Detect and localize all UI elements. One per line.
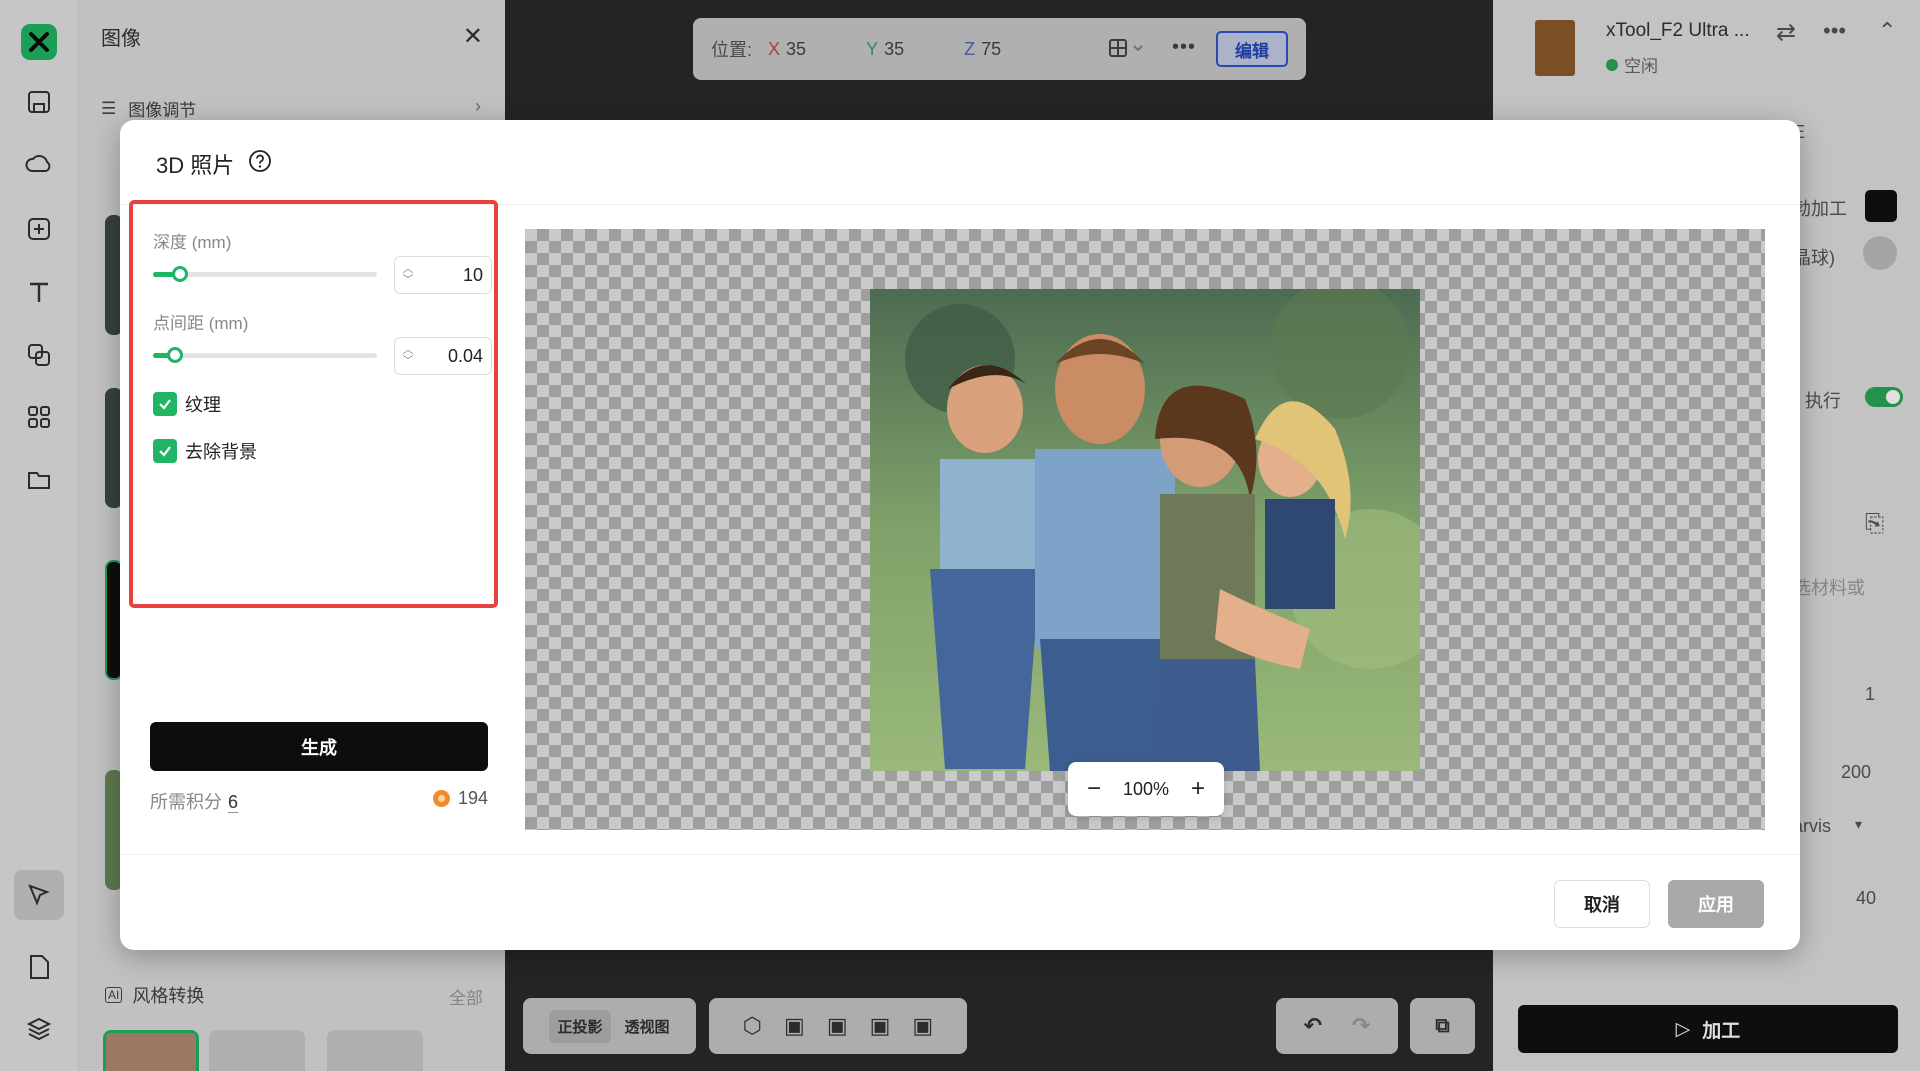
depth-label: 深度 (mm) bbox=[153, 233, 232, 252]
texture-checkbox[interactable] bbox=[153, 392, 177, 416]
zoom-in-icon[interactable]: + bbox=[1186, 775, 1210, 803]
texture-label: 纹理 bbox=[185, 395, 221, 415]
settings-panel-highlight: 深度 (mm) ︿ ﹀ 10 点间距 (mm) ︿ ﹀ 0.04 纹理 去除背景 bbox=[129, 200, 498, 608]
points-cost[interactable]: 6 bbox=[228, 792, 239, 813]
texture-checkbox-row[interactable]: 纹理 bbox=[153, 391, 221, 417]
coin-icon bbox=[432, 790, 450, 807]
dialog-header: 3D 照片 bbox=[156, 148, 272, 180]
check-icon bbox=[159, 446, 171, 457]
zoom-value: 100% bbox=[1122, 778, 1170, 799]
check-icon bbox=[159, 399, 171, 410]
points-label: 所需积分 bbox=[150, 792, 222, 812]
spacing-slider[interactable] bbox=[153, 347, 377, 363]
required-points: 所需积分 6 bbox=[150, 788, 239, 814]
remove-bg-label: 去除背景 bbox=[185, 442, 257, 462]
depth-slider[interactable] bbox=[153, 266, 377, 282]
help-icon[interactable] bbox=[248, 149, 272, 179]
spacing-label: 点间距 (mm) bbox=[153, 314, 249, 333]
cancel-button[interactable]: 取消 bbox=[1554, 880, 1650, 928]
photo-3d-dialog: 3D 照片 深度 (mm) ︿ ﹀ 10 点间距 (mm) ︿ ﹀ 0.04 纹… bbox=[120, 120, 1800, 950]
zoom-control: − 100% + bbox=[1068, 762, 1224, 816]
remove-bg-checkbox[interactable] bbox=[153, 439, 177, 463]
balance-value: 194 bbox=[457, 788, 488, 808]
preview-canvas[interactable] bbox=[525, 229, 1765, 830]
dialog-title: 3D 照片 bbox=[156, 153, 235, 178]
chevron-down-icon[interactable]: ﹀ bbox=[403, 356, 414, 367]
depth-value[interactable]: 10 bbox=[421, 265, 491, 286]
depth-input[interactable]: ︿ ﹀ 10 bbox=[394, 256, 492, 294]
spacing-slider-handle[interactable] bbox=[167, 347, 184, 363]
spacing-input[interactable]: ︿ ﹀ 0.04 bbox=[394, 337, 492, 375]
points-balance: 194 bbox=[432, 788, 488, 809]
generate-button[interactable]: 生成 bbox=[150, 722, 488, 771]
spacing-stepper[interactable]: ︿ ﹀ bbox=[395, 338, 421, 374]
depth-stepper[interactable]: ︿ ﹀ bbox=[395, 257, 421, 293]
depth-slider-handle[interactable] bbox=[171, 266, 188, 282]
apply-button[interactable]: 应用 bbox=[1668, 880, 1764, 928]
family-photo bbox=[870, 289, 1420, 771]
footer-divider bbox=[120, 854, 1800, 855]
remove-bg-checkbox-row[interactable]: 去除背景 bbox=[153, 438, 257, 464]
zoom-out-icon[interactable]: − bbox=[1082, 775, 1106, 803]
chevron-down-icon[interactable]: ﹀ bbox=[403, 275, 414, 286]
spacing-value[interactable]: 0.04 bbox=[421, 346, 491, 367]
